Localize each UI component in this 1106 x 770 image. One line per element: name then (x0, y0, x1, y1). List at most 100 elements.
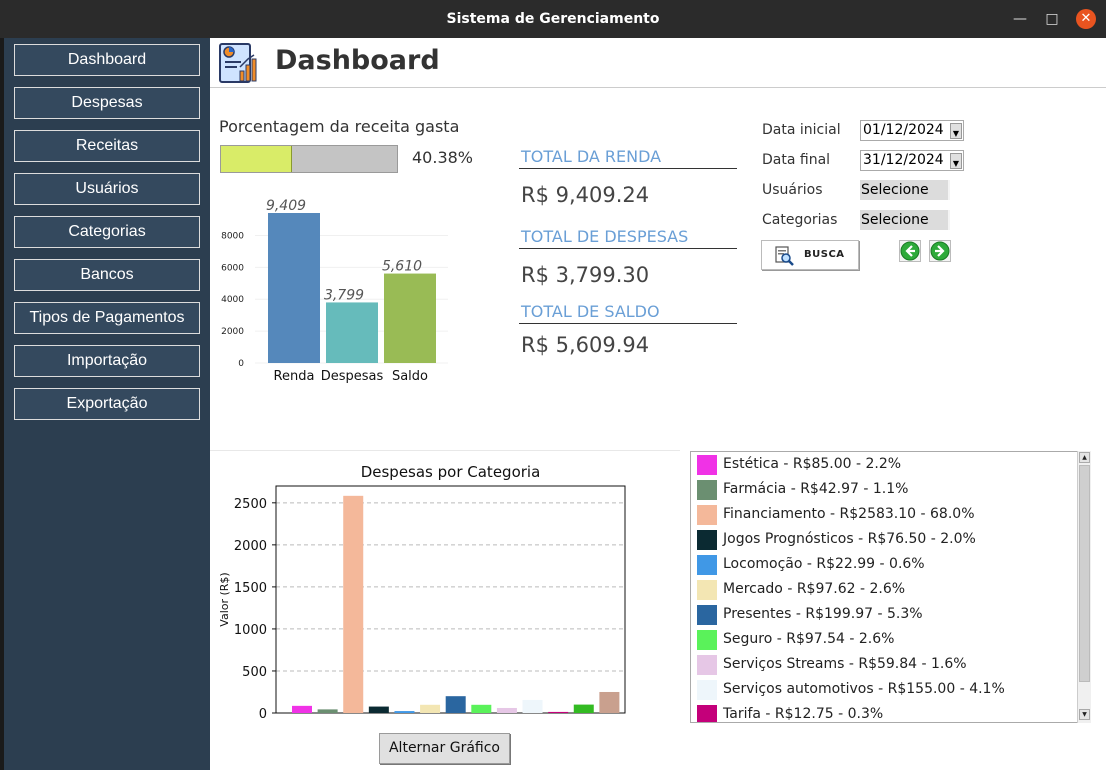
categories-select[interactable]: Selecione (860, 210, 950, 230)
legend-color-swatch (697, 530, 717, 550)
main-content: Dashboard Porcentagem da receita gasta 4… (210, 38, 1106, 770)
legend-item-label: Jogos Prognósticos - R$76.50 - 2.0% (723, 531, 976, 547)
y-tick-label: 0 (259, 707, 267, 722)
sidebar-item-exportacao[interactable]: Exportação (14, 388, 200, 420)
legend-item-label: Locomoção - R$22.99 - 0.6% (723, 556, 925, 572)
maximize-icon[interactable]: □ (1042, 9, 1062, 29)
sidebar-item-receitas[interactable]: Receitas (14, 130, 200, 162)
y-tick-label: 6000 (221, 263, 244, 273)
sidebar-item-usuarios[interactable]: Usuários (14, 173, 200, 205)
category-bar (343, 495, 364, 713)
sidebar-item-bancos[interactable]: Bancos (14, 259, 200, 291)
summary-bar-chart: 0 2000 4000 6000 8000 9,409 Renda 3,799 Despesas… (221, 198, 448, 384)
legend-color-swatch (697, 605, 717, 625)
category-bar (471, 704, 492, 713)
sidebar-item-importacao[interactable]: Importação (14, 345, 200, 377)
y-tick-label: 1000 (234, 623, 267, 638)
divider (519, 168, 737, 169)
page-header: Dashboard (210, 38, 1106, 88)
category-bar (548, 711, 569, 713)
category-bar (573, 704, 594, 713)
legend-scrollbar[interactable]: ▲ ▼ (1077, 451, 1091, 723)
category-legend-list[interactable]: Estética - R$85.00 - 2.2% Farmácia - R$42… (690, 451, 1091, 723)
legend-item-label: Serviços Streams - R$59.84 - 1.6% (723, 656, 967, 672)
search-button[interactable]: BUSCA (761, 240, 859, 270)
x-tick-label: Despesas (321, 369, 384, 384)
y-tick-label: 0 (238, 359, 244, 369)
progress-fill (221, 146, 293, 172)
chevron-down-icon[interactable]: ▼ (950, 123, 962, 139)
sidebar: Dashboard Despesas Receitas Usuários Cat… (0, 38, 210, 770)
legend-item-label: Tarifa - R$12.75 - 0.3% (723, 706, 884, 722)
sidebar-item-categorias[interactable]: Categorias (14, 216, 200, 248)
dashboard-report-icon (219, 43, 257, 83)
legend-item-label: Seguro - R$97.54 - 2.6% (723, 631, 895, 647)
legend-item-label: Farmácia - R$42.97 - 1.1% (723, 481, 909, 497)
total-saldo-label: TOTAL DE SALDO (521, 302, 660, 321)
scroll-up-icon[interactable]: ▲ (1079, 452, 1090, 463)
category-bar-chart: Despesas por Categoria 0 500 1000 1500 2000 25… (218, 463, 626, 722)
arrow-left-icon (900, 241, 920, 261)
y-tick-label: 2000 (234, 539, 267, 554)
category-bar (317, 709, 338, 713)
legend-item-label: Mercado - R$97.62 - 2.6% (723, 581, 906, 597)
sidebar-item-dashboard[interactable]: Dashboard (14, 44, 200, 76)
minimize-icon[interactable]: — (1010, 9, 1030, 29)
y-tick-label: 4000 (221, 295, 244, 305)
scroll-thumb[interactable] (1079, 465, 1090, 682)
y-tick-label: 1500 (234, 581, 267, 596)
category-bar (368, 706, 389, 713)
x-tick-label: Saldo (392, 369, 428, 384)
legend-item-label: Financiamento - R$2583.10 - 68.0% (723, 506, 975, 522)
chart-title: Despesas por Categoria (361, 463, 541, 481)
users-select[interactable]: Selecione (860, 180, 950, 200)
bar-saldo (384, 273, 436, 363)
divider (210, 450, 680, 451)
legend-color-swatch (697, 480, 717, 500)
data-label: 9,409 (266, 198, 306, 214)
sidebar-item-tipos-pagamentos[interactable]: Tipos de Pagamentos (14, 302, 200, 334)
window-title: Sistema de Gerenciamento (446, 11, 660, 27)
legend-color-swatch (697, 455, 717, 475)
plot-frame (275, 485, 626, 714)
users-label: Usuários (762, 182, 823, 198)
toggle-chart-button[interactable]: Alternar Gráfico (379, 733, 510, 764)
chevron-down-icon[interactable]: ▼ (950, 153, 962, 169)
start-date-label: Data inicial (762, 122, 841, 138)
end-date-input[interactable]: 31/12/2024 ▼ (860, 150, 964, 171)
next-period-button[interactable] (929, 240, 951, 262)
title-bar: Sistema de Gerenciamento — □ ✕ (0, 0, 1106, 38)
arrow-right-icon (930, 241, 950, 261)
legend-color-swatch (697, 630, 717, 650)
app-window: Sistema de Gerenciamento — □ ✕ Dashboard… (0, 0, 1106, 770)
bar-despesas (326, 302, 378, 363)
progress-percentage: 40.38% (412, 148, 474, 167)
divider (519, 323, 737, 324)
bar-renda (268, 213, 320, 363)
end-date-value: 31/12/2024 (863, 152, 944, 168)
previous-period-button[interactable] (899, 240, 921, 262)
total-despesas-value: R$ 3,799.30 (521, 263, 650, 287)
data-label: 3,799 (324, 287, 364, 303)
progress-label: Porcentagem da receita gasta (219, 117, 460, 136)
divider (519, 248, 737, 249)
search-button-label: BUSCA (804, 249, 845, 260)
category-bar (420, 704, 441, 713)
sidebar-item-despesas[interactable]: Despesas (14, 87, 200, 119)
page-title: Dashboard (275, 45, 440, 76)
legend-color-swatch (697, 655, 717, 675)
category-bar (496, 707, 517, 713)
legend-color-swatch (697, 555, 717, 575)
start-date-input[interactable]: 01/12/2024 ▼ (860, 120, 964, 141)
legend-color-swatch (697, 505, 717, 525)
y-tick-label: 2000 (221, 327, 244, 337)
legend-color-swatch (697, 680, 717, 700)
x-tick-label: Renda (274, 369, 315, 384)
total-saldo-value: R$ 5,609.94 (521, 333, 650, 357)
close-icon[interactable]: ✕ (1076, 9, 1096, 29)
legend-color-swatch (697, 580, 717, 600)
category-bar (292, 705, 312, 713)
category-bar (445, 696, 466, 713)
y-tick-label: 8000 (221, 231, 244, 241)
scroll-down-icon[interactable]: ▼ (1079, 709, 1090, 720)
